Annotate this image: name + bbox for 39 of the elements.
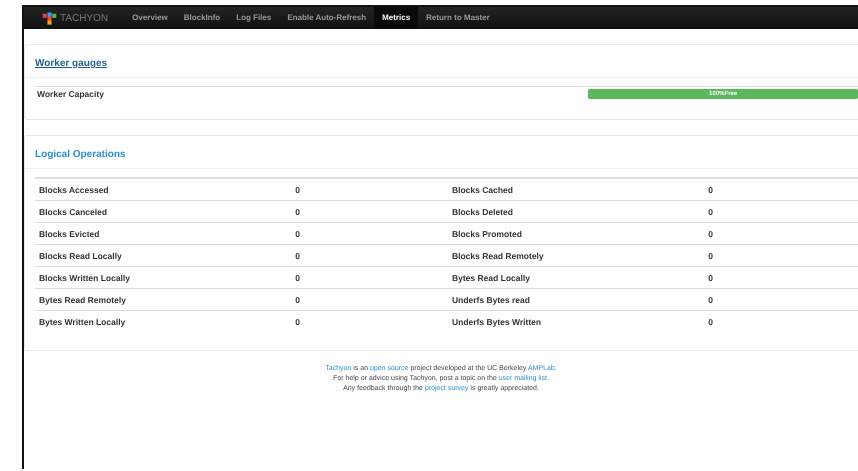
metric-value: 0 xyxy=(704,200,858,222)
nav-tab[interactable]: Enable Auto-Refresh xyxy=(279,7,374,29)
metric-value: 0 xyxy=(291,266,448,288)
metric-value: 0 xyxy=(704,178,858,200)
metric-value: 0 xyxy=(704,310,858,332)
metric-name: Bytes Written Locally xyxy=(35,310,292,332)
metric-value: 0 xyxy=(704,244,858,266)
metric-name: Bytes Read Locally xyxy=(448,266,704,288)
metric-name: Blocks Deleted xyxy=(448,200,704,222)
metric-value: 0 xyxy=(704,288,858,310)
metric-value: 0 xyxy=(291,222,448,244)
metric-value: 0 xyxy=(291,178,448,200)
nav-tab[interactable]: Metrics xyxy=(374,7,418,29)
metric-value: 0 xyxy=(291,288,448,310)
metric-name: Blocks Promoted xyxy=(448,222,704,244)
panel-title: Logical Operations xyxy=(35,149,126,160)
metric-name: Blocks Accessed xyxy=(35,178,292,200)
cubes-logo-icon xyxy=(42,12,57,24)
brand-name[interactable]: TACHYON xyxy=(60,12,108,24)
nav-tab[interactable]: Return to Master xyxy=(418,7,498,29)
metric-value: 0 xyxy=(291,310,448,332)
nav-tab[interactable]: Log Files xyxy=(228,7,280,29)
panel-title-link[interactable]: Worker gauges xyxy=(35,58,108,69)
metric-value: 0 xyxy=(704,222,858,244)
metric-value: 0 xyxy=(291,244,448,266)
metric-name: Blocks Written Locally xyxy=(35,266,292,288)
metric-name: Blocks Read Remotely xyxy=(448,244,704,266)
gauge-label: Worker Capacity xyxy=(36,89,105,99)
metric-name: Blocks Evicted xyxy=(35,222,292,244)
nav-tab[interactable]: BlockInfo xyxy=(176,7,228,29)
metric-name: Underfs Bytes Written xyxy=(448,310,704,332)
nav-tab[interactable]: Overview xyxy=(124,7,176,29)
metric-name: Blocks Cached xyxy=(448,178,704,200)
metric-name: Blocks Read Locally xyxy=(35,244,292,266)
metric-value: 0 xyxy=(291,200,448,222)
metric-name: Blocks Canceled xyxy=(35,200,292,222)
metric-name: Bytes Read Remotely xyxy=(35,288,292,310)
metric-name: Underfs Bytes read xyxy=(448,288,704,310)
metric-value: 0 xyxy=(704,266,858,288)
